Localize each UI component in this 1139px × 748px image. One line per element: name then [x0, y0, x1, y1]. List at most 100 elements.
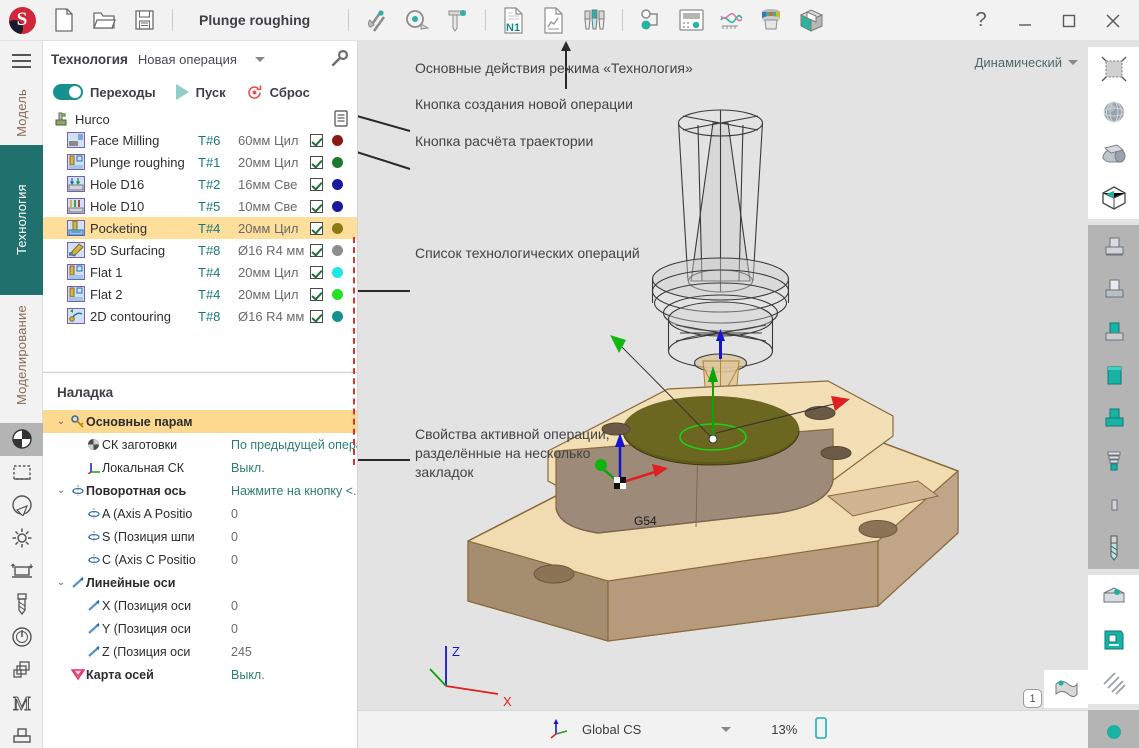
property-value[interactable]: Выкл.: [231, 461, 265, 475]
selection-rect-icon[interactable]: [0, 456, 43, 489]
run-button[interactable]: Пуск: [176, 84, 226, 100]
new-operation-dropdown[interactable]: Новая операция: [138, 52, 265, 67]
fixture-plate-icon[interactable]: [1088, 575, 1139, 618]
controller-icon[interactable]: [671, 0, 711, 41]
operation-enabled-checkbox[interactable]: [310, 222, 323, 235]
list-item[interactable]: A (Axis A Positio0: [43, 502, 357, 525]
hatch-pattern-icon[interactable]: [1088, 661, 1139, 704]
fixture-icon[interactable]: [0, 720, 43, 748]
expand-collapse-icon[interactable]: ⌄: [53, 416, 69, 427]
zoom-level[interactable]: 13%: [771, 722, 797, 737]
operation-enabled-checkbox[interactable]: [310, 310, 323, 323]
table-row[interactable]: 5D SurfacingT#8Ø16 R4 мм: [43, 239, 357, 261]
stock-body-icon[interactable]: [1088, 225, 1139, 268]
save-icon[interactable]: [124, 0, 164, 41]
sidebar-item-simulation[interactable]: Моделирование: [0, 295, 43, 415]
table-row[interactable]: PocketingT#420мм Цил: [43, 217, 357, 239]
operation-enabled-checkbox[interactable]: [310, 266, 323, 279]
reset-button[interactable]: Сброс: [246, 84, 310, 101]
stock-split-icon[interactable]: [1088, 397, 1139, 440]
stock-solid-icon[interactable]: [1088, 354, 1139, 397]
clamp-icon[interactable]: [1088, 618, 1139, 661]
minimize-button[interactable]: [1003, 0, 1047, 41]
magnet-icon[interactable]: [357, 0, 397, 41]
expand-collapse-icon[interactable]: ⌄: [53, 485, 69, 496]
operation-enabled-checkbox[interactable]: [310, 200, 323, 213]
curves-icon[interactable]: [711, 0, 751, 41]
list-item[interactable]: ⌄Основные парам: [43, 410, 357, 433]
list-item[interactable]: Локальная СКВыкл.: [43, 456, 357, 479]
property-value[interactable]: Выкл.: [231, 668, 265, 682]
measure-icon[interactable]: [397, 0, 437, 41]
table-row[interactable]: Plunge roughingT#120мм Цил: [43, 151, 357, 173]
navigate-icon[interactable]: [0, 489, 43, 522]
zoom-slider-icon[interactable]: [815, 717, 827, 742]
solid-shade-icon[interactable]: [1088, 133, 1139, 176]
maximize-button[interactable]: [1047, 0, 1091, 41]
point-marker-icon[interactable]: [1088, 710, 1139, 748]
shading-mode-icon[interactable]: [0, 423, 43, 456]
surface-point-icon[interactable]: [1044, 670, 1088, 708]
close-button[interactable]: [1091, 0, 1135, 41]
globe-render-icon[interactable]: [1088, 90, 1139, 133]
list-item[interactable]: S (Позиция шпи0: [43, 525, 357, 548]
list-item[interactable]: ⌄Поворотная осьНажмите на кнопку <...>: [43, 479, 357, 502]
fit-view-icon[interactable]: [1088, 47, 1139, 90]
stock-part-icon[interactable]: [1088, 311, 1139, 354]
menu-hamburger-icon[interactable]: [0, 41, 43, 81]
property-value[interactable]: Нажмите на кнопку <...>: [231, 484, 357, 498]
property-value[interactable]: 245: [231, 645, 252, 659]
table-row[interactable]: Flat 2T#420мм Цил: [43, 283, 357, 305]
process-node-icon[interactable]: [631, 0, 671, 41]
caliper-icon[interactable]: [437, 0, 477, 41]
settings-gear-icon[interactable]: [0, 522, 43, 555]
operation-enabled-checkbox[interactable]: [310, 288, 323, 301]
layer-count-badge[interactable]: 1: [1023, 689, 1042, 708]
table-row[interactable]: 2D contouringT#8Ø16 R4 мм: [43, 305, 357, 327]
m-letter-icon[interactable]: M: [0, 687, 43, 720]
table-row[interactable]: Flat 1T#420мм Цил: [43, 261, 357, 283]
expand-collapse-icon[interactable]: ⌄: [53, 577, 69, 588]
drill-tool-icon[interactable]: [1088, 526, 1139, 569]
open-folder-icon[interactable]: [84, 0, 124, 41]
table-row[interactable]: Face MillingT#660мм Цил: [43, 129, 357, 151]
stock-box-icon[interactable]: [791, 0, 831, 41]
property-value[interactable]: 0: [231, 622, 238, 636]
property-value[interactable]: 0: [231, 599, 238, 613]
stock-layers-icon[interactable]: [1088, 440, 1139, 483]
small-part-icon[interactable]: [1088, 483, 1139, 526]
report-chart-icon[interactable]: [534, 0, 574, 41]
list-item[interactable]: СК заготовкиПо предыдущей операц: [43, 433, 357, 456]
coordinate-system-dropdown[interactable]: Global CS: [582, 722, 731, 737]
list-item[interactable]: ⌄Линейные оси: [43, 571, 357, 594]
property-value[interactable]: 0: [231, 507, 238, 521]
material-icon[interactable]: [751, 0, 791, 41]
tools-icon[interactable]: [574, 0, 614, 41]
property-value[interactable]: 0: [231, 553, 238, 567]
operation-enabled-checkbox[interactable]: [310, 244, 323, 257]
layers-icon[interactable]: [0, 654, 43, 687]
property-value[interactable]: По предыдущей операц: [231, 438, 357, 452]
list-item[interactable]: Y (Позиция оси0: [43, 617, 357, 640]
transitions-toggle[interactable]: Переходы: [53, 84, 156, 100]
operations-tree-root[interactable]: Hurco: [43, 109, 357, 129]
operation-enabled-checkbox[interactable]: [310, 156, 323, 169]
list-item[interactable]: Z (Позиция оси245: [43, 640, 357, 663]
table-row[interactable]: Hole D16T#216мм Све: [43, 173, 357, 195]
sidebar-item-model[interactable]: Модель: [0, 81, 43, 145]
new-file-icon[interactable]: [44, 0, 84, 41]
property-value[interactable]: 0: [231, 530, 238, 544]
list-item[interactable]: C (Axis C Positio0: [43, 548, 357, 571]
list-item[interactable]: Карта осейВыкл.: [43, 663, 357, 686]
stock-outline-icon[interactable]: [1088, 268, 1139, 311]
table-row[interactable]: Hole D10T#510мм Све: [43, 195, 357, 217]
wrench-icon[interactable]: [329, 48, 349, 71]
help-button[interactable]: ?: [959, 0, 1003, 41]
nc-program-icon[interactable]: N1: [494, 0, 534, 41]
viewport-3d[interactable]: Динамический: [358, 41, 1088, 748]
sidebar-item-technology[interactable]: Технология: [0, 145, 43, 295]
box-section-icon[interactable]: [1088, 176, 1139, 219]
gauge-icon[interactable]: [0, 621, 43, 654]
operation-enabled-checkbox[interactable]: [310, 178, 323, 191]
list-options-button[interactable]: [333, 110, 349, 130]
